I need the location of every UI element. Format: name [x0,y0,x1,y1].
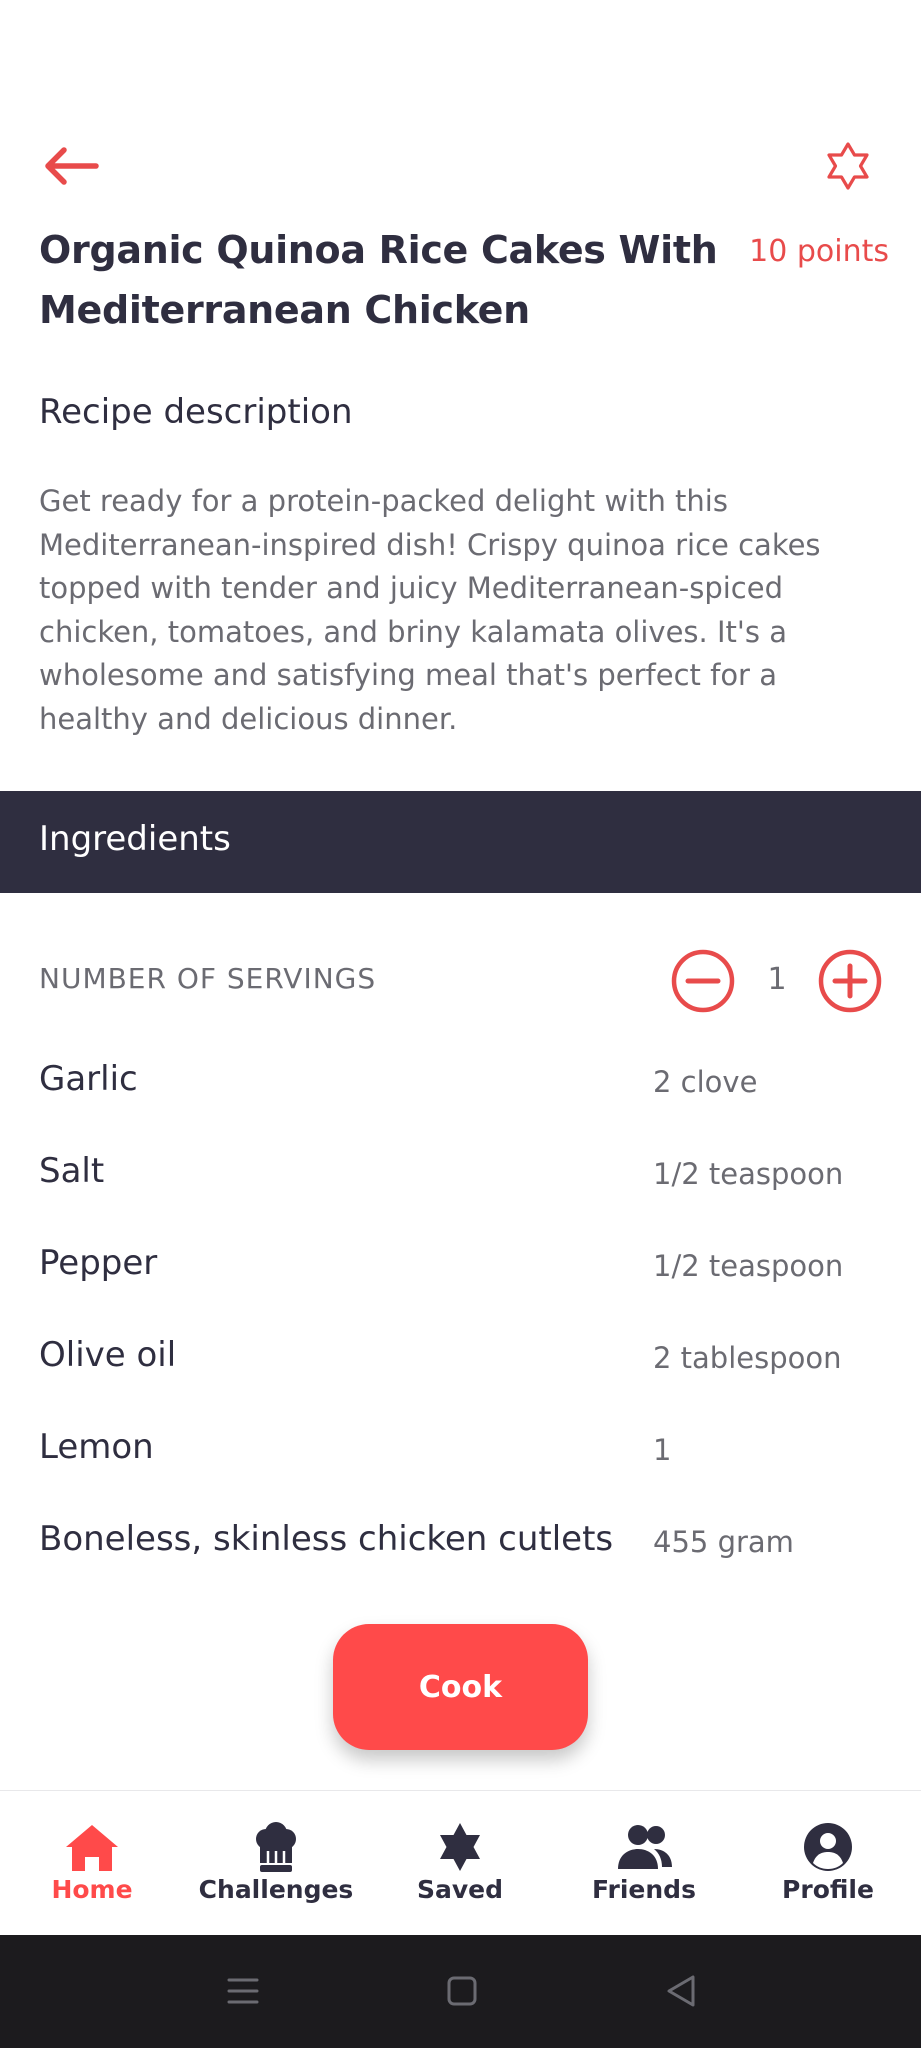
servings-label: NUMBER OF SERVINGS [39,962,377,995]
ingredient-quantity: 1 [653,1433,672,1467]
status-bar [0,0,921,100]
recipe-description: Get ready for a protein-packed delight w… [39,484,821,736]
recent-apps-button[interactable] [217,1965,269,2017]
ingredients-heading: Ingredients [39,819,231,859]
top-bar [0,130,921,202]
increase-servings-button[interactable] [817,948,883,1014]
ingredient-row: Olive oil 2 tablespoon [0,1311,921,1403]
cook-button[interactable]: Cook [333,1624,588,1750]
back-system-button[interactable] [655,1965,707,2017]
plus-circle-icon [818,949,882,1013]
menu-lines-icon [227,1978,259,2004]
home-system-button[interactable] [436,1965,488,2017]
nav-label: Home [51,1875,133,1904]
servings-row: NUMBER OF SERVINGS 1 [0,940,921,1014]
nav-item-challenges[interactable]: Challenges [184,1791,368,1936]
bottom-nav: Home Challenges Saved Friends Profile [0,1790,921,1935]
nav-label: Challenges [198,1875,354,1904]
points-badge: 10 points [749,234,889,269]
decrease-servings-button[interactable] [670,948,736,1014]
nav-label: Profile [782,1875,874,1904]
users-icon [618,1825,672,1869]
ingredient-row: Garlic 2 clove [0,1035,921,1127]
ingredient-list: Garlic 2 clove Salt 1/2 teaspoon Pepper … [0,1035,921,1587]
star-outline-icon [827,142,869,190]
chef-hat-icon [256,1822,296,1872]
servings-count: 1 [767,962,787,997]
triangle-back-icon [667,1975,695,2007]
ingredient-name: Garlic [39,1059,138,1099]
user-circle-icon [804,1823,852,1871]
nav-item-home[interactable]: Home [0,1791,184,1936]
ingredient-name: Salt [39,1151,105,1191]
back-button[interactable] [36,140,108,192]
nav-label: Saved [416,1875,504,1904]
ingredient-name: Olive oil [39,1335,177,1375]
ingredient-quantity: 2 tablespoon [653,1341,842,1375]
minus-circle-icon [671,949,735,1013]
star-icon [440,1823,480,1871]
ingredient-name: Boneless, skinless chicken cutlets [39,1519,614,1559]
nav-label: Friends [592,1875,696,1904]
ingredient-name: Pepper [39,1243,158,1283]
nav-item-profile[interactable]: Profile [736,1791,920,1936]
ingredient-row: Pepper 1/2 teaspoon [0,1219,921,1311]
ingredients-header: Ingredients [0,791,921,893]
ingredient-quantity: 2 clove [653,1065,758,1099]
home-icon [66,1825,118,1871]
ingredient-row: Lemon 1 [0,1403,921,1495]
recipe-title: Organic Quinoa Rice Cakes With Mediterra… [39,228,718,332]
nav-item-friends[interactable]: Friends [552,1791,736,1936]
title-row: Organic Quinoa Rice Cakes With Mediterra… [39,220,889,340]
ingredient-quantity: 1/2 teaspoon [653,1157,844,1191]
square-icon [447,1976,477,2006]
ingredient-row: Boneless, skinless chicken cutlets 455 g… [0,1495,921,1587]
favorite-button[interactable] [820,138,876,194]
system-nav-bar [0,1935,921,2048]
description-heading: Recipe description [39,392,353,432]
ingredient-row: Salt 1/2 teaspoon [0,1127,921,1219]
nav-item-saved[interactable]: Saved [368,1791,552,1936]
ingredient-quantity: 455 gram [653,1525,794,1559]
arrow-left-icon [45,147,99,185]
ingredient-name: Lemon [39,1427,154,1467]
ingredient-quantity: 1/2 teaspoon [653,1249,844,1283]
